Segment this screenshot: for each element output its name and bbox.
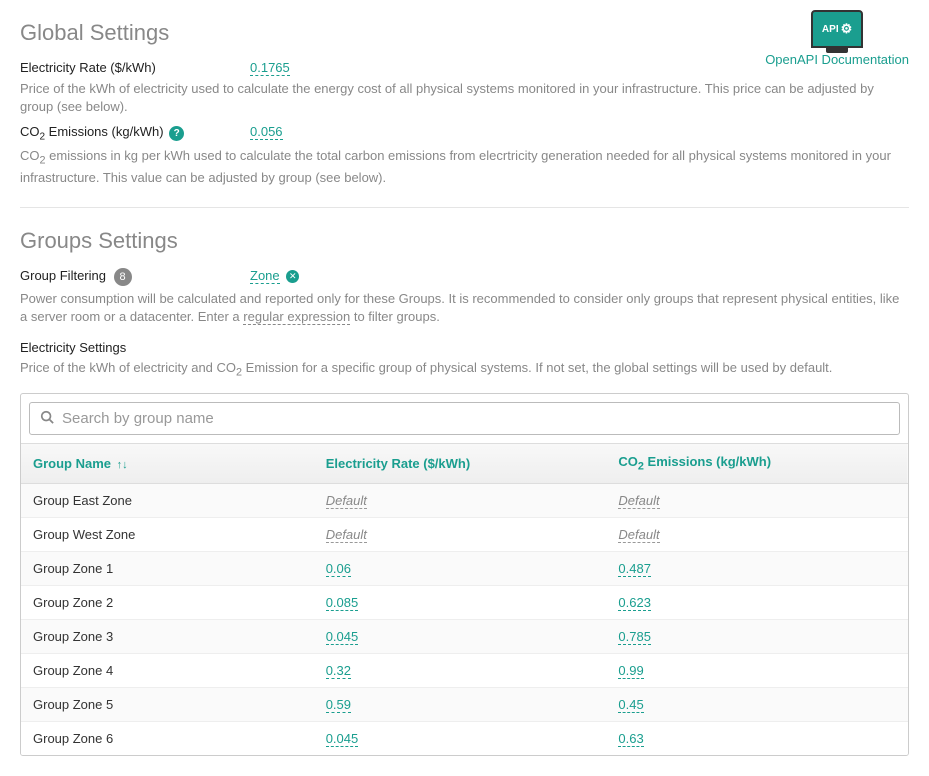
openapi-documentation-link[interactable]: OpenAPI Documentation xyxy=(765,52,909,67)
search-box[interactable] xyxy=(29,402,900,435)
col-header-group-name[interactable]: Group Name ↑↓ xyxy=(21,444,314,484)
groups-table: Group Name ↑↓ Electricity Rate ($/kWh) C… xyxy=(21,443,908,755)
groups-table-wrap: Group Name ↑↓ Electricity Rate ($/kWh) C… xyxy=(20,393,909,756)
regular-expression-link[interactable]: regular expression xyxy=(243,309,350,325)
co2-label-suffix: Emissions (kg/kWh) xyxy=(45,124,163,139)
co2-desc-rest: emissions in kg per kWh used to calculat… xyxy=(20,148,891,185)
group-filter-chip-label[interactable]: Zone xyxy=(250,268,280,284)
cell-co2-emissions: Default xyxy=(606,483,908,517)
group-filtering-desc: Power consumption will be calculated and… xyxy=(20,290,909,326)
co2-emissions-desc: CO2 emissions in kg per kWh used to calc… xyxy=(20,147,909,187)
cell-group-name: Group Zone 4 xyxy=(21,653,314,687)
cell-co2-emissions: Default xyxy=(606,517,908,551)
col-header-co2-emissions[interactable]: CO2 Emissions (kg/kWh) xyxy=(606,444,908,484)
table-row: Group Zone 1 0.06 0.487 xyxy=(21,551,908,585)
co2-label-prefix: CO xyxy=(20,124,40,139)
group-filter-chip[interactable]: Zone ✕ xyxy=(250,268,299,283)
elec-settings-desc-rest: Emission for a specific group of physica… xyxy=(242,360,832,375)
api-icon-text: API xyxy=(822,24,839,35)
co2-emissions-editable[interactable]: Default xyxy=(618,493,659,509)
electricity-rate-desc: Price of the kWh of electricity used to … xyxy=(20,80,909,116)
electricity-rate-editable[interactable]: 0.045 xyxy=(326,629,359,645)
co2-desc-prefix: CO xyxy=(20,148,40,163)
col-header-electricity-rate[interactable]: Electricity Rate ($/kWh) xyxy=(314,444,607,484)
help-icon[interactable]: ? xyxy=(169,126,184,141)
api-icon: API ⚙ xyxy=(811,10,863,48)
cell-co2-emissions: 0.99 xyxy=(606,653,908,687)
co2-emissions-editable[interactable]: 0.45 xyxy=(618,697,643,713)
co2-emissions-editable[interactable]: 0.785 xyxy=(618,629,651,645)
elec-settings-desc-prefix: Price of the kWh of electricity and CO xyxy=(20,360,236,375)
table-row: Group Zone 3 0.045 0.785 xyxy=(21,619,908,653)
co2-emissions-editable[interactable]: 0.99 xyxy=(618,663,643,679)
sort-icon: ↑↓ xyxy=(117,459,128,471)
table-row: Group East Zone Default Default xyxy=(21,483,908,517)
co2-emissions-value[interactable]: 0.056 xyxy=(250,124,283,140)
cell-group-name: Group Zone 5 xyxy=(21,687,314,721)
co2-emissions-editable[interactable]: 0.63 xyxy=(618,731,643,747)
table-row: Group Zone 4 0.32 0.99 xyxy=(21,653,908,687)
electricity-rate-editable[interactable]: 0.045 xyxy=(326,731,359,747)
cell-electricity-rate: 0.045 xyxy=(314,619,607,653)
electricity-rate-value[interactable]: 0.1765 xyxy=(250,60,290,76)
gear-icon: ⚙ xyxy=(841,21,853,37)
search-icon xyxy=(40,410,54,427)
search-wrap xyxy=(21,394,908,443)
table-row: Group Zone 5 0.59 0.45 xyxy=(21,687,908,721)
electricity-settings-desc: Price of the kWh of electricity and CO2 … xyxy=(20,359,909,381)
filter-desc-suffix: to filter groups. xyxy=(350,309,440,324)
table-row: Group Zone 2 0.085 0.623 xyxy=(21,585,908,619)
table-row: Group West Zone Default Default xyxy=(21,517,908,551)
co2-emissions-label: CO2 Emissions (kg/kWh) ? xyxy=(20,124,250,143)
filter-desc-prefix: Power consumption will be calculated and… xyxy=(20,291,899,324)
electricity-rate-label: Electricity Rate ($/kWh) xyxy=(20,60,250,75)
cell-group-name: Group East Zone xyxy=(21,483,314,517)
co2-emissions-editable[interactable]: 0.623 xyxy=(618,595,651,611)
cell-electricity-rate: 0.085 xyxy=(314,585,607,619)
groups-settings-heading: Groups Settings xyxy=(20,228,909,254)
search-input[interactable] xyxy=(62,410,889,427)
col3-prefix: CO xyxy=(618,454,638,469)
cell-co2-emissions: 0.45 xyxy=(606,687,908,721)
cell-group-name: Group Zone 1 xyxy=(21,551,314,585)
cell-electricity-rate: Default xyxy=(314,483,607,517)
group-filtering-text: Group Filtering xyxy=(20,268,106,283)
electricity-settings-label: Electricity Settings xyxy=(20,340,909,355)
cell-electricity-rate: 0.32 xyxy=(314,653,607,687)
table-header-row: Group Name ↑↓ Electricity Rate ($/kWh) C… xyxy=(21,444,908,484)
cell-co2-emissions: 0.785 xyxy=(606,619,908,653)
group-filtering-row: Group Filtering 8 Zone ✕ xyxy=(20,268,909,286)
cell-electricity-rate: Default xyxy=(314,517,607,551)
col1-text: Group Name xyxy=(33,456,111,471)
openapi-doc-block: API ⚙ OpenAPI Documentation xyxy=(765,10,909,67)
cell-group-name: Group Zone 2 xyxy=(21,585,314,619)
electricity-rate-editable[interactable]: 0.32 xyxy=(326,663,351,679)
remove-filter-icon[interactable]: ✕ xyxy=(286,270,299,283)
co2-emissions-editable[interactable]: Default xyxy=(618,527,659,543)
co2-emissions-row: CO2 Emissions (kg/kWh) ? 0.056 xyxy=(20,124,909,143)
col3-rest: Emissions (kg/kWh) xyxy=(644,454,771,469)
electricity-rate-editable[interactable]: 0.06 xyxy=(326,561,351,577)
section-divider xyxy=(20,207,909,208)
electricity-rate-editable[interactable]: Default xyxy=(326,527,367,543)
cell-co2-emissions: 0.487 xyxy=(606,551,908,585)
co2-emissions-editable[interactable]: 0.487 xyxy=(618,561,651,577)
electricity-rate-editable[interactable]: Default xyxy=(326,493,367,509)
cell-electricity-rate: 0.59 xyxy=(314,687,607,721)
cell-co2-emissions: 0.623 xyxy=(606,585,908,619)
cell-group-name: Group Zone 3 xyxy=(21,619,314,653)
cell-group-name: Group West Zone xyxy=(21,517,314,551)
cell-electricity-rate: 0.06 xyxy=(314,551,607,585)
group-filtering-count-badge: 8 xyxy=(114,268,132,286)
electricity-rate-editable[interactable]: 0.085 xyxy=(326,595,359,611)
electricity-rate-editable[interactable]: 0.59 xyxy=(326,697,351,713)
group-filtering-label: Group Filtering 8 xyxy=(20,268,250,286)
